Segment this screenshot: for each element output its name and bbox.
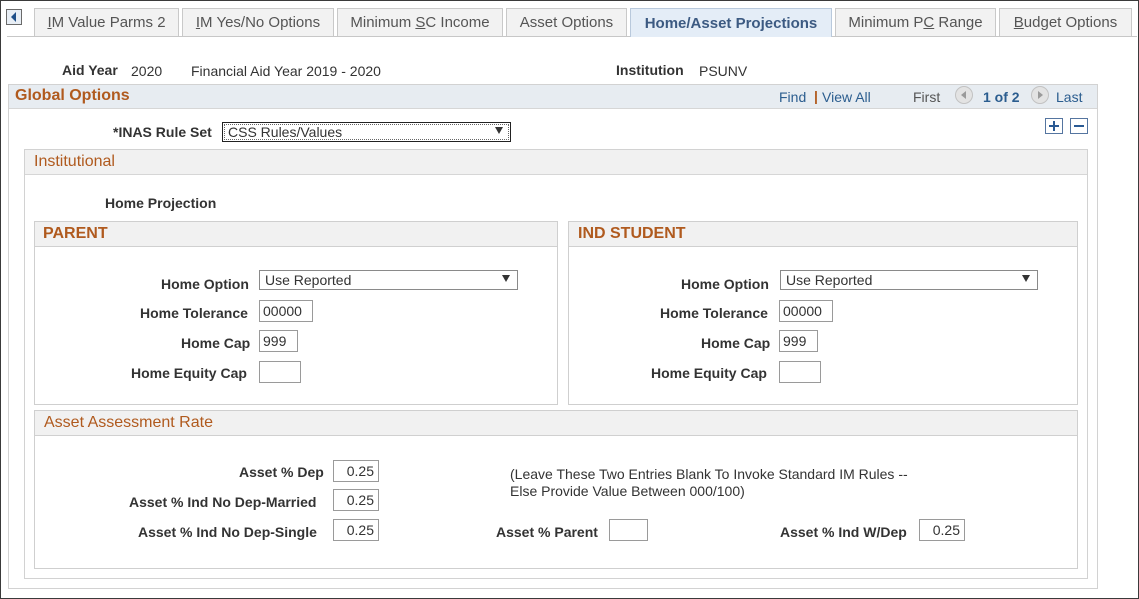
tab-asset-options[interactable]: Asset Options: [506, 8, 627, 36]
asset-ind-single-input[interactable]: 0.25: [333, 519, 379, 541]
parent-home-cap-label: Home Cap: [181, 335, 251, 351]
view-all-link[interactable]: View All: [822, 89, 871, 105]
add-row-button[interactable]: [1045, 118, 1063, 134]
institution-value: PSUNV: [699, 63, 748, 79]
tab-label: M Value Parms 2: [51, 14, 166, 31]
parent-home-equity-cap-label: Home Equity Cap: [131, 365, 247, 381]
inas-rule-set-value: CSS Rules/Values: [228, 124, 343, 140]
institutional-header: [25, 150, 1087, 175]
institutional-title: Institutional: [34, 153, 115, 170]
tab-im-yes-no-options[interactable]: IM Yes/No Options: [182, 8, 334, 36]
tab-accelerator: B: [1013, 14, 1024, 31]
ind-home-option-label: Home Option: [681, 276, 769, 292]
tab-label-pre: Minimum: [350, 14, 416, 31]
asset-note-line-1: (Leave These Two Entries Blank To Invoke…: [510, 466, 908, 482]
parent-title: PARENT: [43, 225, 108, 242]
chevron-down-icon: [1022, 275, 1030, 282]
asset-assessment-title: Asset Assessment Rate: [44, 414, 213, 431]
row-count: 1 of 2: [983, 89, 1020, 105]
parent-home-cap-input[interactable]: 999: [259, 330, 298, 352]
aid-year-value: 2020: [131, 63, 163, 79]
ind-home-cap-label: Home Cap: [701, 335, 771, 351]
delete-row-button[interactable]: [1070, 118, 1088, 134]
aid-year-label: Aid Year: [62, 62, 118, 78]
ind-home-equity-cap-label: Home Equity Cap: [651, 365, 767, 381]
inas-rule-set-select[interactable]: CSS Rules/Values: [222, 122, 511, 142]
last-link[interactable]: Last: [1056, 89, 1082, 105]
parent-home-equity-cap-input[interactable]: [259, 361, 301, 383]
previous-arrow-icon: [961, 91, 966, 99]
tab-label-post: Range: [934, 14, 983, 31]
tab-home-asset-projections[interactable]: Home/Asset Projections: [630, 8, 832, 37]
tab-im-value-parms-2[interactable]: IM Value Parms 2: [34, 8, 179, 36]
tab-label-post: C Income: [425, 14, 490, 31]
tab-scroll-left-icon[interactable]: [6, 9, 22, 25]
tab-accelerator: S: [415, 14, 426, 31]
asset-parent-label: Asset % Parent: [496, 524, 598, 540]
nav-separator: |: [814, 88, 818, 104]
global-options-title: Global Options: [15, 87, 130, 104]
ind-home-option-value: Use Reported: [786, 272, 873, 288]
tab-baseline: [7, 36, 1137, 37]
ind-student-title: IND STUDENT: [578, 225, 686, 242]
institution-label: Institution: [616, 62, 684, 78]
parent-home-option-value: Use Reported: [265, 272, 352, 288]
asset-parent-input[interactable]: [609, 519, 648, 541]
asset-ind-wdep-label: Asset % Ind W/Dep: [780, 524, 907, 540]
ind-home-cap-input[interactable]: 999: [779, 330, 818, 352]
tab-minimum-pc-range[interactable]: Minimum PC Range: [835, 8, 996, 36]
asset-note-line-2: Else Provide Value Between 000/100): [510, 483, 745, 499]
asset-ind-single-label: Asset % Ind No Dep-Single: [138, 524, 317, 540]
asset-ind-wdep-input[interactable]: 0.25: [919, 519, 965, 541]
tab-label: Home/Asset Projections: [644, 14, 818, 32]
ind-home-tolerance-label: Home Tolerance: [660, 305, 768, 321]
next-row-button[interactable]: [1031, 86, 1049, 104]
minus-icon: [1074, 125, 1084, 127]
tab-label: udget Options: [1023, 14, 1118, 31]
first-label[interactable]: First: [913, 89, 940, 105]
tab-accelerator: C: [923, 14, 935, 31]
plus-icon: [1049, 121, 1059, 131]
tab-budget-options[interactable]: Budget Options: [999, 8, 1132, 36]
inas-rule-set-label: *INAS Rule Set: [113, 124, 212, 140]
aid-year-description: Financial Aid Year 2019 - 2020: [191, 63, 381, 79]
tab-label: Asset Options: [519, 14, 614, 31]
parent-header: [35, 222, 557, 247]
chevron-down-icon: [502, 275, 510, 282]
home-projection-label: Home Projection: [105, 195, 217, 211]
parent-home-tolerance-label: Home Tolerance: [140, 305, 248, 321]
next-arrow-icon: [1038, 91, 1043, 99]
ind-home-equity-cap-input[interactable]: [779, 361, 821, 383]
chevron-down-icon: [495, 127, 503, 134]
tab-minimum-sc-income[interactable]: Minimum SC Income: [337, 8, 503, 36]
parent-home-option-select[interactable]: Use Reported: [259, 270, 518, 290]
ind-home-tolerance-input[interactable]: 00000: [779, 300, 833, 322]
find-link[interactable]: Find: [779, 89, 806, 105]
tab-label: M Yes/No Options: [200, 14, 321, 31]
ind-home-option-select[interactable]: Use Reported: [780, 270, 1038, 290]
asset-ind-married-label: Asset % Ind No Dep-Married: [129, 494, 317, 510]
parent-home-tolerance-input[interactable]: 00000: [259, 300, 313, 322]
asset-ind-married-input[interactable]: 0.25: [333, 489, 379, 511]
tab-label-pre: Minimum P: [848, 14, 924, 31]
parent-home-option-label: Home Option: [161, 276, 249, 292]
asset-dep-label: Asset % Dep: [239, 464, 324, 480]
previous-row-button[interactable]: [955, 86, 973, 104]
asset-dep-input[interactable]: 0.25: [333, 460, 379, 482]
